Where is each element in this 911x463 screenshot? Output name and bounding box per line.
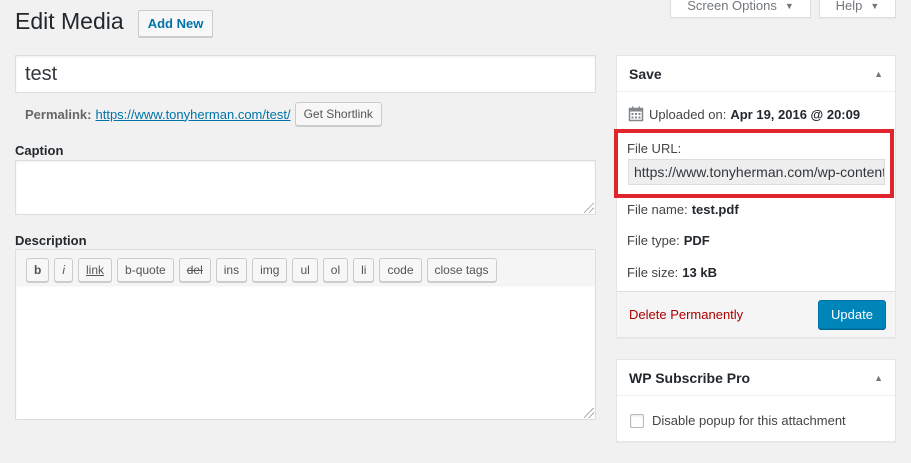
description-textarea[interactable] — [15, 285, 596, 420]
file-name-label: File name: — [627, 202, 688, 217]
update-button[interactable]: Update — [818, 300, 886, 329]
uploaded-on-value: Apr 19, 2016 @ 20:09 — [730, 106, 861, 122]
qt-close-tags-button[interactable]: close tags — [426, 258, 497, 282]
chevron-down-icon: ▼ — [870, 0, 880, 11]
file-size-value: 13 kB — [682, 265, 717, 280]
resize-handle-icon[interactable] — [584, 408, 594, 418]
delete-permanently-link[interactable]: Delete Permanently — [629, 307, 743, 322]
file-size-label: File size: — [627, 265, 679, 280]
permalink-link[interactable]: https://www.tonyherman.com/test/ — [95, 107, 290, 122]
qt-italic-button[interactable]: i — [54, 258, 74, 282]
major-publishing-actions: Delete Permanently Update — [617, 291, 895, 337]
qt-del-button[interactable]: del — [178, 258, 211, 282]
file-type-row: File type: PDF — [627, 233, 710, 248]
collapse-arrow-icon[interactable]: ▲ — [874, 69, 883, 79]
file-type-value: PDF — [683, 233, 710, 248]
qt-ol-button[interactable]: ol — [322, 258, 349, 282]
disable-popup-checkbox[interactable] — [630, 414, 644, 428]
file-name-value: test.pdf — [691, 202, 739, 217]
qt-ins-button[interactable]: ins — [215, 258, 248, 282]
qt-img-button[interactable]: img — [252, 258, 288, 282]
quicktags-toolbar: b i link b-quote del ins img ul ol li co… — [15, 249, 596, 286]
caption-label: Caption — [15, 143, 64, 158]
highlight-box — [614, 129, 894, 198]
disable-popup-label[interactable]: Disable popup for this attachment — [652, 413, 846, 428]
resize-handle-icon[interactable] — [584, 203, 594, 213]
save-box-title: Save — [629, 65, 662, 82]
qt-blockquote-button[interactable]: b-quote — [117, 258, 174, 282]
file-name-row: File name: test.pdf — [627, 202, 739, 217]
qt-code-button[interactable]: code — [379, 258, 422, 282]
uploaded-on-row: Uploaded on: Apr 19, 2016 @ 20:09 — [628, 106, 860, 122]
description-label: Description — [15, 233, 87, 248]
add-new-button[interactable]: Add New — [138, 10, 213, 37]
file-type-label: File type: — [627, 233, 680, 248]
wp-subscribe-title: WP Subscribe Pro — [629, 369, 751, 386]
title-input[interactable]: test — [15, 55, 596, 93]
calendar-icon — [628, 106, 644, 122]
uploaded-on-label: Uploaded on: — [649, 106, 727, 122]
wp-subscribe-box: WP Subscribe Pro ▲ — [616, 359, 896, 442]
permalink-label: Permalink: — [25, 106, 92, 122]
permalink-row: Permalink: https://www.tonyherman.com/te… — [25, 102, 382, 126]
collapse-arrow-icon[interactable]: ▲ — [874, 373, 883, 383]
chevron-down-icon: ▼ — [784, 0, 794, 11]
get-shortlink-button[interactable]: Get Shortlink — [294, 102, 382, 126]
screen-options-tab[interactable]: Screen Options ▼ — [670, 0, 811, 18]
qt-link-button[interactable]: link — [78, 258, 113, 282]
caption-textarea[interactable] — [15, 160, 596, 215]
qt-ul-button[interactable]: ul — [292, 258, 318, 282]
wp-subscribe-header[interactable]: WP Subscribe Pro ▲ — [617, 360, 895, 396]
page-title: Edit Media — [15, 8, 124, 34]
help-tab[interactable]: Help ▼ — [819, 0, 896, 18]
qt-bold-button[interactable]: b — [26, 258, 50, 282]
screen-options-label: Screen Options — [687, 0, 777, 13]
qt-li-button[interactable]: li — [353, 258, 375, 282]
help-label: Help — [835, 0, 863, 13]
file-size-row: File size: 13 kB — [627, 265, 717, 280]
save-box-header[interactable]: Save ▲ — [617, 56, 895, 92]
